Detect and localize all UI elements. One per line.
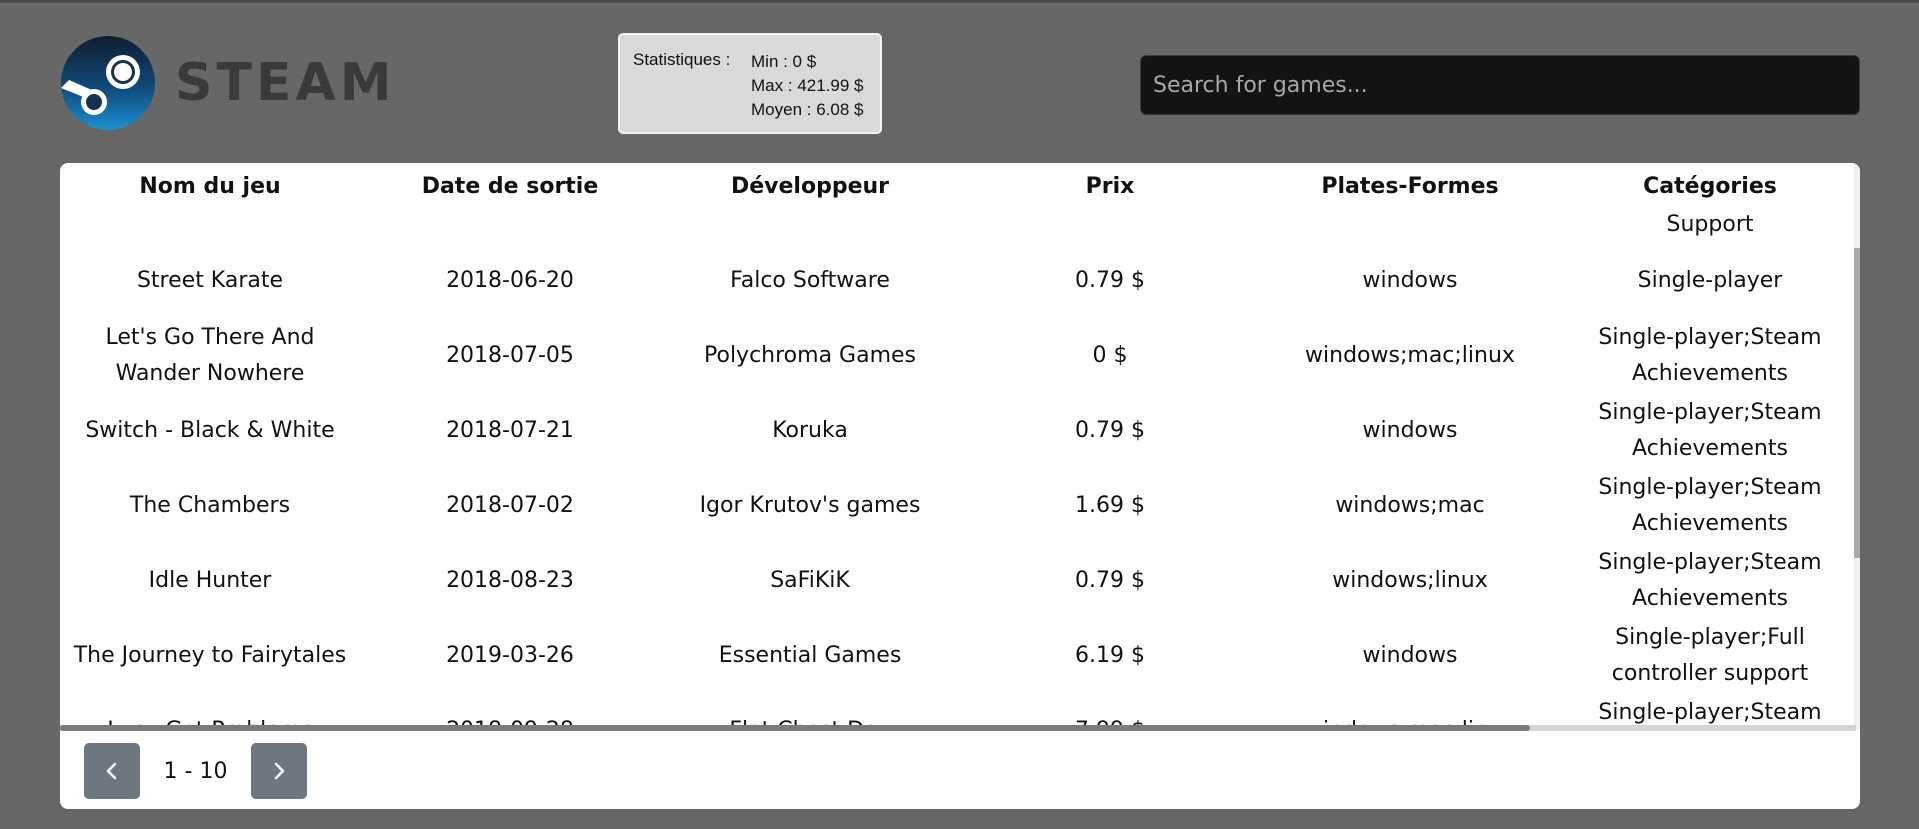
- cell-price: 0.79 $: [1075, 567, 1145, 593]
- table-row[interactable]: Street Karate 2018-06-20 Falco Software …: [60, 243, 1856, 318]
- column-header-categories[interactable]: Catégories: [1560, 163, 1856, 207]
- cell-platforms: windows;mac: [1335, 492, 1485, 518]
- table-row[interactable]: Lucy Got Problems 2018-09-28 Flat Chest …: [60, 693, 1856, 726]
- search-input[interactable]: [1140, 55, 1860, 115]
- cell-categories: Single-player: [1637, 267, 1783, 293]
- cell-price: 0 $: [1092, 342, 1128, 368]
- chevron-right-icon: [274, 762, 285, 780]
- table-row[interactable]: The Journey to Fairytales 2019-03-26 Ess…: [60, 618, 1856, 693]
- statistics-label: Statistiques :: [633, 50, 731, 69]
- table-row-fragment: Support: [60, 207, 1856, 243]
- cell-platforms: windows;linux: [1332, 567, 1488, 593]
- cell-platforms: windows: [1362, 417, 1458, 443]
- next-page-button[interactable]: [251, 743, 307, 799]
- cell-price: 6.19 $: [1075, 642, 1145, 668]
- cell-name: Switch - Black & White: [85, 417, 335, 443]
- column-header-name[interactable]: Nom du jeu: [60, 163, 360, 207]
- pagination: 1 - 10: [84, 743, 307, 799]
- cell-release-date: 2018-06-20: [446, 267, 574, 293]
- table-scroll-area[interactable]: Nom du jeu Date de sortie Développeur Pr…: [60, 163, 1856, 726]
- previous-page-button[interactable]: [84, 743, 140, 799]
- cell-categories: Single-player;Steam Achievements: [1598, 474, 1822, 536]
- vertical-scrollbar-thumb[interactable]: [1854, 248, 1860, 558]
- cell-name: Let's Go There And Wander Nowhere: [105, 324, 315, 386]
- cell-platforms: windows;mac;linux: [1305, 342, 1515, 368]
- chevron-left-icon: [106, 762, 117, 780]
- table-row[interactable]: Switch - Black & White 2018-07-21 Koruka…: [60, 393, 1856, 468]
- table-header-row: Nom du jeu Date de sortie Développeur Pr…: [60, 163, 1856, 207]
- cell-developer: Flat Chest Dev: [660, 693, 960, 726]
- cell-categories: Single-player;Full controller support: [1611, 624, 1809, 686]
- stat-mean: Moyen : 6.08 $: [751, 100, 864, 119]
- cell-categories: Support: [1666, 212, 1754, 237]
- page-range-label: 1 - 10: [163, 758, 228, 784]
- cell-developer: Falco Software: [730, 267, 890, 293]
- table-row[interactable]: The Chambers 2018-07-02 Igor Krutov's ga…: [60, 468, 1856, 543]
- cell-release-date: 2019-03-26: [446, 642, 574, 668]
- cell-categories: Single-player;Steam Achievements;Steam: [1598, 699, 1822, 725]
- statistics-values: Min : 0 $ Max : 421.99 $ Moyen : 6.08 $: [751, 50, 863, 132]
- horizontal-scrollbar-thumb[interactable]: [60, 725, 1530, 731]
- price-statistics-box: Statistiques : Min : 0 $ Max : 421.99 $ …: [618, 33, 882, 134]
- cell-platforms: windows: [1362, 267, 1458, 293]
- column-header-release-date[interactable]: Date de sortie: [360, 163, 660, 207]
- cell-name: The Journey to Fairytales: [73, 642, 347, 668]
- steam-logo-icon: [61, 36, 155, 130]
- cell-name: Idle Hunter: [148, 567, 272, 593]
- cell-release-date: 2018-09-28: [360, 693, 660, 726]
- cell-release-date: 2018-07-21: [446, 417, 574, 443]
- cell-price: 0.79 $: [1075, 267, 1145, 293]
- cell-release-date: 2018-07-02: [446, 492, 574, 518]
- cell-categories: Single-player;Steam Achievements: [1598, 324, 1822, 386]
- stat-min: Min : 0 $: [751, 52, 817, 71]
- steam-logo: STEAM: [61, 36, 395, 130]
- cell-name: Lucy Got Problems: [60, 693, 360, 726]
- cell-name: Street Karate: [136, 267, 284, 293]
- logo-wordmark: STEAM: [175, 53, 396, 113]
- stat-max: Max : 421.99 $: [751, 76, 864, 95]
- cell-developer: Polychroma Games: [704, 342, 916, 368]
- column-header-price[interactable]: Prix: [960, 163, 1260, 207]
- cell-price: 1.69 $: [1075, 492, 1145, 518]
- cell-name: The Chambers: [129, 492, 291, 518]
- cell-release-date: 2018-08-23: [446, 567, 574, 593]
- games-table: Nom du jeu Date de sortie Développeur Pr…: [60, 163, 1856, 726]
- cell-categories: Single-player;Steam Achievements: [1598, 399, 1822, 461]
- cell-price: 0.79 $: [1075, 417, 1145, 443]
- table-row[interactable]: Let's Go There And Wander Nowhere 2018-0…: [60, 318, 1856, 393]
- cell-platforms: windows: [1362, 642, 1458, 668]
- column-header-developer[interactable]: Développeur: [660, 163, 960, 207]
- cell-platforms: windows;mac;linux: [1260, 693, 1560, 726]
- cell-developer: SaFiKiK: [770, 567, 850, 593]
- column-header-platforms[interactable]: Plates-Formes: [1260, 163, 1560, 207]
- cell-developer: Koruka: [772, 417, 848, 443]
- table-row[interactable]: Idle Hunter 2018-08-23 SaFiKiK 0.79 $ wi…: [60, 543, 1856, 618]
- cell-developer: Essential Games: [718, 642, 902, 668]
- cell-price: 7.99 $: [960, 693, 1260, 726]
- cell-release-date: 2018-07-05: [446, 342, 574, 368]
- cell-developer: Igor Krutov's games: [699, 492, 921, 518]
- cell-categories: Single-player;Steam Achievements: [1598, 549, 1822, 611]
- games-table-panel: Nom du jeu Date de sortie Développeur Pr…: [60, 163, 1860, 809]
